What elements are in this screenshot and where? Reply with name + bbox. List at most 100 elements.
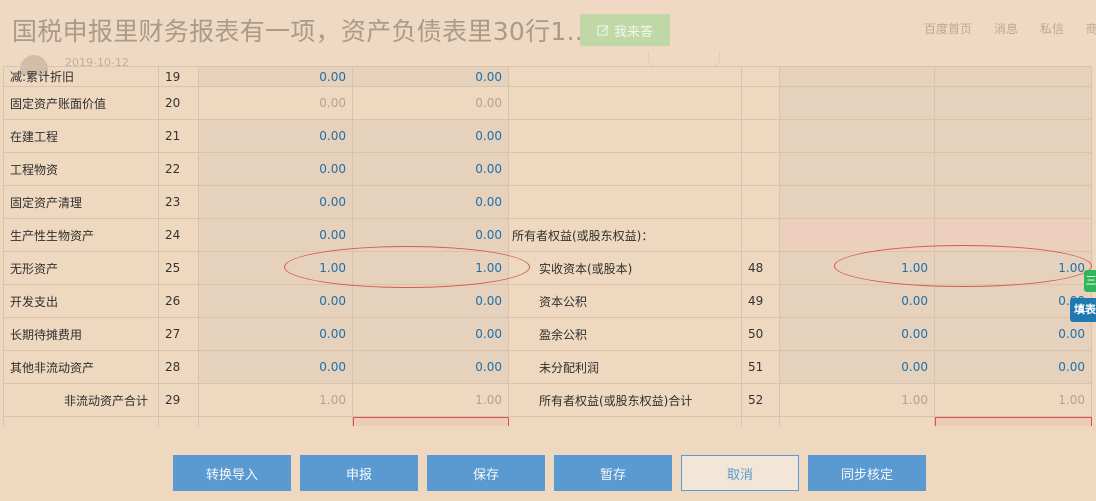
- left-period-end-value[interactable]: 0.00: [198, 350, 353, 384]
- right-year-start-value: [934, 86, 1092, 120]
- answer-button-label: 我来答: [613, 24, 653, 40]
- answer-button[interactable]: 我来答: [580, 14, 670, 46]
- table-row: 固定资产账面价值 20 0.00 0.00: [3, 86, 1092, 120]
- right-period-end-value: [779, 152, 935, 186]
- right-period-end-value[interactable]: 0.00: [779, 350, 935, 384]
- left-year-start-value[interactable]: 0.00: [352, 284, 509, 318]
- left-line-number: 19: [158, 66, 199, 87]
- table-row: 无形资产 25 1.00 1.00 实收资本(或股本) 48 1.00 1.00: [3, 251, 1092, 285]
- left-year-start-value[interactable]: 1.00: [352, 251, 509, 285]
- table-row: 非流动资产合计 29 1.00 1.00 所有者权益(或股东权益)合计 52 1.00 1.0…: [3, 383, 1092, 417]
- right-item-name: [508, 119, 742, 153]
- right-year-start-value[interactable]: 1.00: [934, 251, 1092, 285]
- right-period-end-value: [779, 86, 935, 120]
- sync-verify-button[interactable]: 同步核定: [808, 455, 926, 491]
- right-year-start-value: [934, 119, 1092, 153]
- faint-button[interactable]: [648, 52, 720, 67]
- left-period-end-value[interactable]: 1.00: [198, 251, 353, 285]
- left-line-number: 30: [158, 416, 199, 426]
- left-item-name: 非流动资产合计: [3, 383, 159, 417]
- page-header: 国税申报里财务报表有一项，资产负债表里30行1... 我来答 百度首页 消息 私…: [0, 0, 1096, 75]
- left-year-start-value: 0.00: [352, 86, 509, 120]
- left-line-number: 20: [158, 86, 199, 120]
- nav-messages[interactable]: 消息: [994, 20, 1018, 37]
- right-item-name: [508, 185, 742, 219]
- right-period-end-value: [779, 218, 935, 252]
- left-year-start-value[interactable]: 0.00: [352, 350, 509, 384]
- right-period-end-value: [779, 185, 935, 219]
- right-year-start-value: [934, 152, 1092, 186]
- right-line-number: [741, 86, 780, 120]
- table-row: 长期待摊费用 27 0.00 0.00 盈余公积 50 0.00 0.00: [3, 317, 1092, 351]
- left-period-end-value[interactable]: 0.00: [198, 218, 353, 252]
- cancel-button[interactable]: 取消: [681, 455, 799, 491]
- page-title: 国税申报里财务报表有一项，资产负债表里30行1...: [12, 17, 592, 46]
- right-item-name: 所有者权益(或股东权益)：: [508, 218, 742, 252]
- left-item-name: 固定资产账面价值: [3, 86, 159, 120]
- right-period-end-value[interactable]: 0.00: [779, 317, 935, 351]
- left-period-end-value[interactable]: 0.00: [198, 317, 353, 351]
- right-item-name: [508, 86, 742, 120]
- table-row: 减:累计折旧 19 0.00 0.00: [3, 66, 1092, 87]
- table-row: 生产性生物资产 24 0.00 0.00 所有者权益(或股东权益)：: [3, 218, 1092, 252]
- temp-save-button[interactable]: 暂存: [554, 455, 672, 491]
- left-year-start-value[interactable]: 0.00: [352, 317, 509, 351]
- table-row: 工程物资 22 0.00 0.00: [3, 152, 1092, 186]
- right-year-start-value[interactable]: 0.00: [934, 317, 1092, 351]
- right-year-start-value: [934, 218, 1092, 252]
- right-period-end-value[interactable]: 1.00: [779, 251, 935, 285]
- right-line-number: [741, 185, 780, 219]
- left-item-name: 在建工程: [3, 119, 159, 153]
- left-period-end-value[interactable]: 0.00: [198, 185, 353, 219]
- right-year-start-value: [934, 185, 1092, 219]
- right-item-name: 未分配利润: [508, 350, 742, 384]
- left-line-number: 28: [158, 350, 199, 384]
- left-item-name: 资产合计: [3, 416, 159, 426]
- left-year-start-value[interactable]: 0.00: [352, 66, 509, 87]
- left-item-name: 其他非流动资产: [3, 350, 159, 384]
- edit-icon: [597, 25, 609, 36]
- action-bar: 转换导入 申报 保存 暂存 取消 同步核定: [0, 455, 1096, 493]
- left-period-end-value[interactable]: 0.00: [198, 152, 353, 186]
- right-year-start-value: 1.00: [934, 416, 1092, 426]
- table-row: 其他非流动资产 28 0.00 0.00 未分配利润 51 0.00 0.00: [3, 350, 1092, 384]
- right-year-start-value[interactable]: 0.00: [934, 284, 1092, 318]
- nav-mall[interactable]: 商城: [1086, 20, 1096, 37]
- side-tab-green[interactable]: 三: [1084, 270, 1096, 292]
- table-row: 开发支出260.000.00资本公积490.000.00: [3, 284, 1092, 318]
- right-line-number: 49: [741, 284, 780, 318]
- right-year-start-value: [934, 66, 1092, 87]
- left-period-end-value: 0.00: [198, 86, 353, 120]
- left-year-start-value[interactable]: 0.00: [352, 218, 509, 252]
- left-period-end-value[interactable]: 0.00: [198, 284, 353, 318]
- left-item-name: 长期待摊费用: [3, 317, 159, 351]
- right-line-number: 48: [741, 251, 780, 285]
- left-year-start-value[interactable]: 0.00: [352, 119, 509, 153]
- right-period-end-value[interactable]: 0.00: [779, 284, 935, 318]
- fill-form-tab[interactable]: 填表: [1070, 298, 1096, 322]
- left-year-start-value[interactable]: 0.00: [352, 185, 509, 219]
- right-year-start-value[interactable]: 0.00: [934, 350, 1092, 384]
- right-period-end-value: [779, 66, 935, 87]
- right-line-number: [741, 152, 780, 186]
- save-button[interactable]: 保存: [427, 455, 545, 491]
- left-period-end-value[interactable]: 0.00: [198, 119, 353, 153]
- right-line-number: 50: [741, 317, 780, 351]
- declare-button[interactable]: 申报: [300, 455, 418, 491]
- right-item-name: 所有者权益(或股东权益)合计: [508, 383, 742, 417]
- nav-private-messages[interactable]: 私信: [1040, 20, 1064, 37]
- right-period-end-value: 1.00: [779, 416, 935, 426]
- convert-import-button[interactable]: 转换导入: [173, 455, 291, 491]
- left-year-start-value: 1.00: [352, 383, 509, 417]
- nav-baidu-home[interactable]: 百度首页: [924, 20, 972, 37]
- left-item-name: 生产性生物资产: [3, 218, 159, 252]
- left-item-name: 无形资产: [3, 251, 159, 285]
- left-line-number: 23: [158, 185, 199, 219]
- left-period-end-value[interactable]: 0.00: [198, 66, 353, 87]
- top-nav: 百度首页 消息 私信 商城: [924, 20, 1096, 37]
- right-line-number: 52: [741, 383, 780, 417]
- table-row: 资产合计301.001.00负债和所有者权益（或股东权益）总计531.001.0…: [3, 416, 1092, 426]
- table-row: 在建工程 21 0.00 0.00: [3, 119, 1092, 153]
- left-year-start-value[interactable]: 0.00: [352, 152, 509, 186]
- left-period-end-value: 1.00: [198, 416, 353, 426]
